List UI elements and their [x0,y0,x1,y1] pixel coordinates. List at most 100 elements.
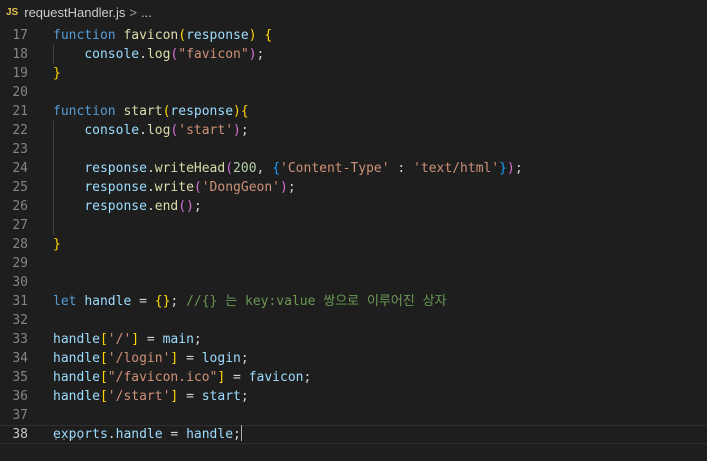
code-line[interactable]: 20 [0,83,707,102]
code-line[interactable]: 26 response.end(); [0,197,707,216]
code-line[interactable]: 38.... exports.handle = handle; [0,425,707,444]
code-token: . [146,180,155,195]
code-token: } [499,161,507,176]
code-token: ( [178,28,187,43]
code-line[interactable]: 25 response.write('DongGeon'); [0,178,707,197]
line-number: 35 [12,370,28,385]
code-token: = [131,294,155,309]
code-token: ) [186,199,194,214]
code-line[interactable]: 28} [0,235,707,254]
code-line[interactable]: 31 let handle = {}; //{} 는 key:value 쌍으로 … [0,292,707,311]
code-token: ) [280,180,288,195]
code-token: ; [193,199,202,214]
line-number: 32 [12,313,28,328]
code-line[interactable]: 33 handle['/'] = main; [0,330,707,349]
code-line[interactable]: 17 function favicon(response) { [0,26,707,45]
code-token: ( [225,161,234,176]
line-number: 28 [12,237,28,252]
code-text: } [53,235,61,254]
code-token: , [256,161,273,176]
code-text: response.writeHead(200, {'Content-Type' … [53,159,523,178]
code-token: ) [248,47,257,62]
code-text: let handle = {}; //{} 는 key:value 쌍으로 이루… [53,292,447,311]
code-line[interactable]: 34 handle['/login'] = login; [0,349,707,368]
line-number: 18 [12,47,28,62]
code-token: handle [53,389,100,404]
code-token: function [53,104,116,119]
code-token: function [53,28,116,43]
line-number: 21 [12,104,28,119]
code-token: "/favicon.ico" [107,370,218,385]
code-token: { [240,104,249,119]
line-number: 26 [12,199,28,214]
line-number: 23 [12,142,28,157]
code-text: console.log("favicon"); [53,45,264,64]
code-text: response.end(); [53,197,202,216]
line-number: 36 [12,389,28,404]
code-token: ) [507,161,515,176]
code-token: favicon [123,28,179,43]
code-token: ; [514,161,523,176]
code-token: response [84,180,147,195]
code-line[interactable]: 32 [0,311,707,330]
code-token: = [162,427,187,442]
code-line[interactable]: 19} [0,64,707,83]
code-line[interactable]: 27 [0,216,707,235]
code-token: . [146,161,155,176]
code-token: [ [99,351,108,366]
code-text: handle['/login'] = login; [53,349,249,368]
code-token: { [264,28,273,43]
code-token: '/login' [107,351,171,366]
code-token: ) [233,123,241,138]
code-token: = [178,351,202,366]
code-text: } [53,64,61,83]
text-cursor [240,425,242,441]
code-line[interactable]: 21 function start(response){ [0,102,707,121]
line-number: 33 [12,332,28,347]
code-token: ) [233,104,241,119]
code-token: {} [154,294,171,309]
code-token: . [146,199,155,214]
code-token: end [154,199,179,214]
code-token: = [225,370,249,385]
line-number: 19 [12,66,28,81]
code-line[interactable]: 37 [0,406,707,425]
line-number: 37 [12,408,28,423]
code-line[interactable]: 29 [0,254,707,273]
code-line[interactable]: 30 [0,273,707,292]
code-token: exports [53,427,108,442]
code-line[interactable]: 18 console.log("favicon"); [0,45,707,64]
code-line[interactable]: 36 handle['/start'] = start; [0,387,707,406]
code-token: ; [193,332,202,347]
code-token: : [389,161,414,176]
breadcrumb-symbols[interactable]: ... [141,5,152,20]
code-token: favicon [248,370,304,385]
indent-guide [53,45,54,64]
code-token: [ [99,332,108,347]
line-number: 17 [12,28,28,43]
line-number: 24 [12,161,28,176]
code-token: ; [170,294,187,309]
code-line[interactable]: 24 response.writeHead(200, {'Content-Typ… [0,159,707,178]
code-line[interactable]: 23 [0,140,707,159]
code-line[interactable]: 22 console.log('start'); [0,121,707,140]
code-token: handle [53,370,100,385]
code-token: response [186,28,249,43]
code-line[interactable]: 35 handle["/favicon.ico"] = favicon; [0,368,707,387]
code-token: writeHead [154,161,226,176]
code-token: start [201,389,241,404]
code-token: } [53,66,61,81]
code-token: handle [84,294,132,309]
code-editor[interactable]: 17 function favicon(response) {18 console… [0,24,707,444]
code-token: handle [53,351,100,366]
code-token: [ [99,370,108,385]
code-token: [ [99,389,108,404]
breadcrumb-file-name[interactable]: requestHandler.js [24,5,125,20]
line-number: 34 [12,351,28,366]
code-token: 'Content-Type' [280,161,390,176]
code-token: log [146,47,171,62]
code-token: 'DongGeon' [201,180,281,195]
